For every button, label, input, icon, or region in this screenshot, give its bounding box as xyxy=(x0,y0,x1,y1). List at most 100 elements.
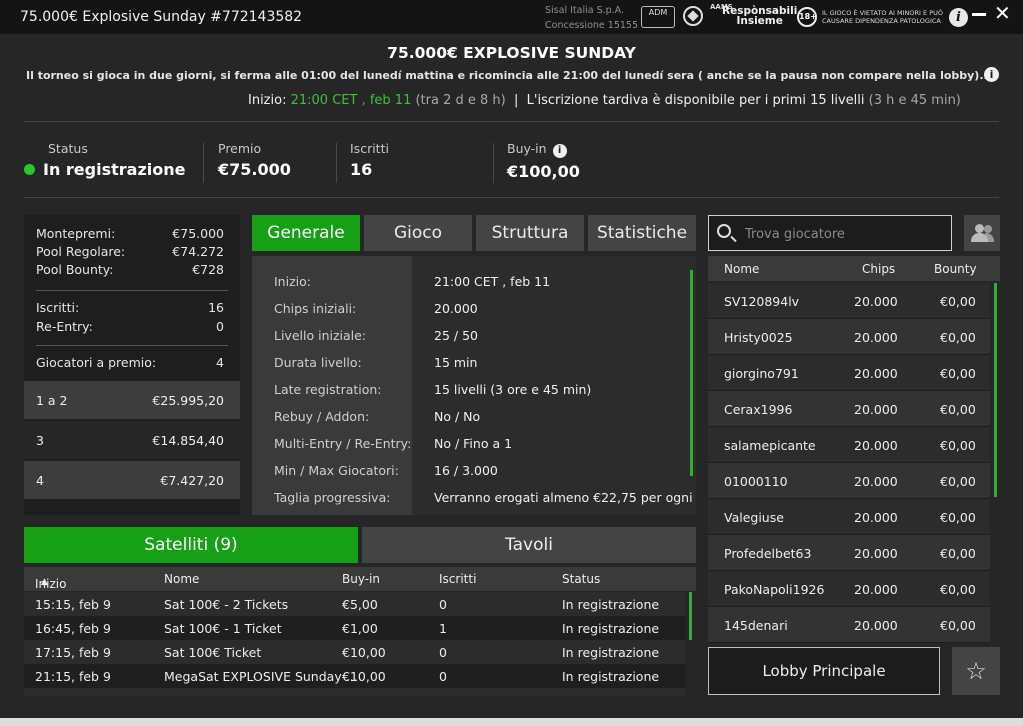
prize-divider xyxy=(36,290,228,291)
minimize-icon[interactable] xyxy=(972,13,986,16)
satellite-status: In registrazione xyxy=(562,597,660,612)
player-chips: 20.000 xyxy=(854,510,898,525)
info-value: No / No xyxy=(434,409,481,424)
satellite-buyin: €5,00 xyxy=(342,597,378,612)
underage-warning: IL GIOCO È VIETATO AI MINORI E PUÒ CAUSA… xyxy=(822,9,943,25)
player-bounty: €0,00 xyxy=(940,510,976,525)
tab-struttura[interactable]: Struttura xyxy=(476,215,584,251)
buyin-column: Buy-in i €100,00 xyxy=(507,141,580,181)
satellite-row-partial[interactable] xyxy=(24,688,686,696)
satellite-name: MegaSat EXPLOSIVE Sunday ... xyxy=(164,669,358,684)
friends-icon-head xyxy=(975,224,984,233)
buyin-info-icon[interactable]: i xyxy=(552,144,567,158)
player-row[interactable]: Cerax1996 20.000 €0,00 xyxy=(708,391,990,427)
status-value: In registrazione xyxy=(43,160,186,179)
column-header-bounty[interactable]: Bounty xyxy=(934,262,977,276)
player-chips: 20.000 xyxy=(854,582,898,597)
close-icon[interactable]: ✕ xyxy=(994,2,1011,24)
info-label: Min / Max Giocatori: xyxy=(274,463,399,478)
tab-generale[interactable]: Generale xyxy=(252,215,360,251)
tab-statistiche[interactable]: Statistiche xyxy=(588,215,696,251)
prize-pool-value: €75.000 xyxy=(172,226,224,241)
friends-icon-body xyxy=(971,233,988,242)
players-scrollbar[interactable] xyxy=(994,283,997,497)
column-header-entrants[interactable]: Iscritti xyxy=(439,572,476,586)
satellite-row[interactable]: 21:15, feb 9 MegaSat EXPLOSIVE Sunday ...… xyxy=(24,664,686,688)
player-name: Profedelbet63 xyxy=(724,546,812,561)
info-icon[interactable]: i xyxy=(949,8,968,27)
player-search[interactable] xyxy=(708,215,952,251)
satellite-name: Sat 100€ - 2 Tickets xyxy=(164,597,289,612)
player-bounty: €0,00 xyxy=(940,618,976,633)
player-row[interactable]: SV120894lv 20.000 €0,00 xyxy=(708,283,990,319)
info-label: Durata livello: xyxy=(274,355,362,370)
prize-pool-value: €728 xyxy=(192,262,224,277)
player-bounty: €0,00 xyxy=(940,330,976,345)
column-header-name[interactable]: Nome xyxy=(724,262,759,276)
player-chips: 20.000 xyxy=(854,438,898,453)
satellite-entrants: 0 xyxy=(439,645,447,660)
info-row: Taglia progressiva: Verranno erogati alme… xyxy=(252,483,696,510)
info-scrollbar[interactable] xyxy=(690,270,693,476)
entries-label: Re-Entry: xyxy=(36,319,93,334)
payout-amount: €14.854,40 xyxy=(152,433,224,448)
column-header-status[interactable]: Status xyxy=(562,572,600,586)
player-bounty: €0,00 xyxy=(940,546,976,561)
paid-players-value: 4 xyxy=(216,355,224,370)
player-chips: 20.000 xyxy=(854,546,898,561)
prize-label: Premio xyxy=(218,141,262,156)
friends-button[interactable] xyxy=(964,215,1000,251)
player-row[interactable]: Hristy0025 20.000 €0,00 xyxy=(708,319,990,355)
player-search-input[interactable] xyxy=(745,224,945,244)
info-row: Late registration: 15 livelli (3 ore e 45… xyxy=(252,375,696,402)
satellite-buyin: €10,00 xyxy=(342,645,386,660)
info-label: Multi-Entry / Re-Entry: xyxy=(274,436,412,451)
summary-divider xyxy=(336,143,337,183)
operator-license: Concessione 15155 xyxy=(545,20,638,31)
column-header-name[interactable]: Nome xyxy=(164,572,199,586)
column-header-chips[interactable]: Chips xyxy=(862,262,895,276)
tab-gioco[interactable]: Gioco xyxy=(364,215,472,251)
player-name: Hristy0025 xyxy=(724,330,793,345)
player-bounty: €0,00 xyxy=(940,474,976,489)
notice-info-icon[interactable]: i xyxy=(984,67,999,82)
satellite-row[interactable]: 16:45, feb 9 Sat 100€ - 1 Ticket €1,00 1 In … xyxy=(24,616,686,640)
satellite-name: Sat 100€ Ticket xyxy=(164,645,262,660)
tab-tavoli[interactable]: Tavoli xyxy=(362,527,696,563)
start-label: Inizio: xyxy=(248,93,287,108)
info-label: Chips iniziali: xyxy=(274,301,357,316)
player-row[interactable]: giorgino791 20.000 €0,00 xyxy=(708,355,990,391)
player-row[interactable]: salamepicante 20.000 €0,00 xyxy=(708,427,990,463)
info-row: Durata livello: 15 min xyxy=(252,348,696,375)
prize-pool-row: Montepremi: €75.000 xyxy=(24,226,240,245)
favorite-star-icon[interactable]: ☆ xyxy=(952,647,1000,695)
satellite-row[interactable]: 15:15, feb 9 Sat 100€ - 2 Tickets €5,00 0 In… xyxy=(24,592,686,616)
tournament-header: 75.000€ EXPLOSIVE SUNDAY Il torneo si gi… xyxy=(0,34,1023,122)
general-info-panel[interactable]: Inizio: 21:00 CET , feb 11 Chips iniziali… xyxy=(252,256,696,515)
player-row[interactable]: 01000110 20.000 €0,00 xyxy=(708,463,990,499)
player-row[interactable]: Valegiuse 20.000 €0,00 xyxy=(708,499,990,535)
main-lobby-button[interactable]: Lobby Principale xyxy=(708,647,940,695)
satellites-scrollbar[interactable] xyxy=(689,592,692,640)
player-bounty: €0,00 xyxy=(940,366,976,381)
buyin-label: Buy-in xyxy=(507,141,547,156)
player-row[interactable]: 145denari 20.000 €0,00 xyxy=(708,607,990,643)
title-bar: 75.000€ Explosive Sunday #772143582 Sisa… xyxy=(0,0,1023,34)
status-dot-icon xyxy=(24,164,35,175)
entries-label: Iscritti: xyxy=(36,300,80,315)
info-row: Multi-Entry / Re-Entry: No / Fino a 1 xyxy=(252,429,696,456)
tab-satelliti[interactable]: Satelliti (9) xyxy=(24,527,358,563)
player-bounty: €0,00 xyxy=(940,582,976,597)
prize-pool-row: Pool Regolare: €74.272 xyxy=(24,244,240,263)
info-row: Livello iniziale: 25 / 50 xyxy=(252,321,696,348)
satellite-status: In registrazione xyxy=(562,645,660,660)
column-header-buyin[interactable]: Buy-in xyxy=(342,572,380,586)
start-countdown: (tra 2 d e 8 h) xyxy=(415,93,506,108)
player-row[interactable]: PakoNapoli1926 20.000 €0,00 xyxy=(708,571,990,607)
info-value: 15 livelli (3 ore e 45 min) xyxy=(434,382,592,397)
satellite-row[interactable]: 17:15, feb 9 Sat 100€ Ticket €10,00 0 In reg… xyxy=(24,640,686,664)
payout-place: 3 xyxy=(36,433,44,448)
player-row[interactable]: Profedelbet63 20.000 €0,00 xyxy=(708,535,990,571)
payout-amount: €7.427,20 xyxy=(160,473,224,488)
player-bounty: €0,00 xyxy=(940,402,976,417)
